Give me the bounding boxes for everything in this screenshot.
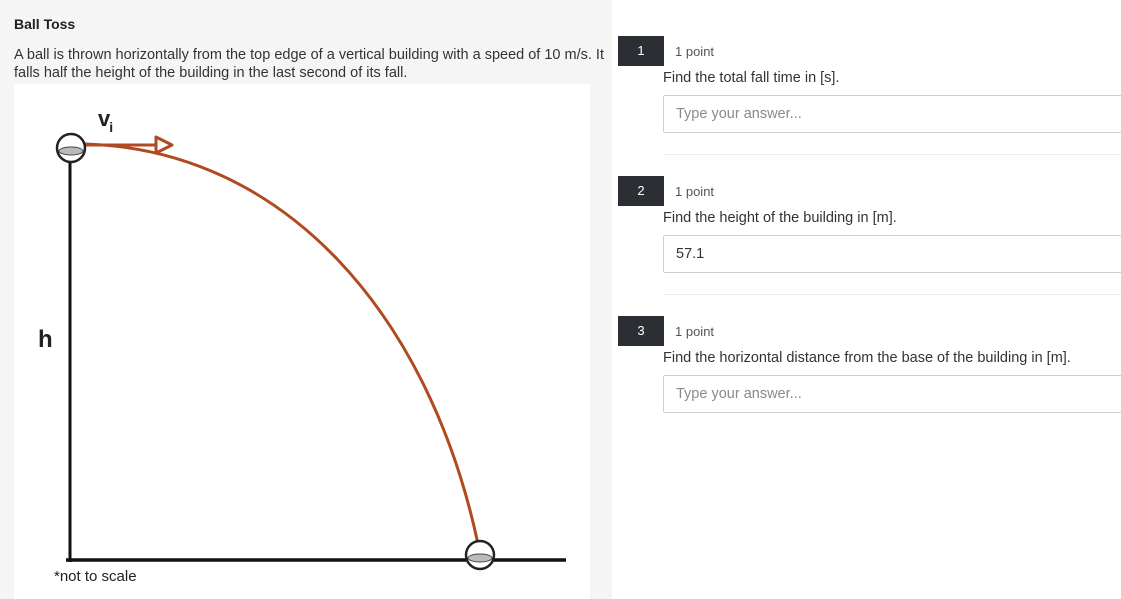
- question-3: 3 1 point Find the horizontal distance f…: [618, 288, 1121, 428]
- question-text: Find the height of the building in [m].: [663, 210, 897, 226]
- ball-bottom-icon: [464, 539, 496, 571]
- question-number-badge: 1: [618, 36, 664, 66]
- answer-input-1[interactable]: [663, 95, 1121, 133]
- answer-input-3[interactable]: [663, 375, 1121, 413]
- question-number-badge: 2: [618, 176, 664, 206]
- question-number-badge: 3: [618, 316, 664, 346]
- trajectory-curve: [83, 142, 480, 545]
- not-to-scale-note: *not to scale: [54, 568, 137, 585]
- question-points: 1 point: [675, 44, 715, 59]
- problem-prompt: A ball is thrown horizontally from the t…: [14, 47, 604, 81]
- height-label: h: [38, 326, 53, 353]
- question-text: Find the horizontal distance from the ba…: [663, 350, 1071, 366]
- problem-figure: vi h *not to scale: [14, 84, 590, 599]
- problem-title: Ball Toss: [14, 16, 76, 32]
- velocity-arrow-head: [154, 135, 174, 155]
- question-text: Find the total fall time in [s].: [663, 70, 840, 86]
- ball-top-icon: [55, 132, 87, 164]
- question-2: 2 1 point Find the height of the buildin…: [618, 148, 1121, 295]
- problem-panel: Ball Toss A ball is thrown horizontally …: [0, 0, 612, 599]
- velocity-label: vi: [98, 106, 113, 135]
- question-points: 1 point: [675, 184, 715, 199]
- answer-input-2[interactable]: [663, 235, 1121, 273]
- question-1: 1 1 point Find the total fall time in [s…: [618, 8, 1121, 155]
- question-points: 1 point: [675, 324, 715, 339]
- trajectory-diagram: [55, 132, 566, 571]
